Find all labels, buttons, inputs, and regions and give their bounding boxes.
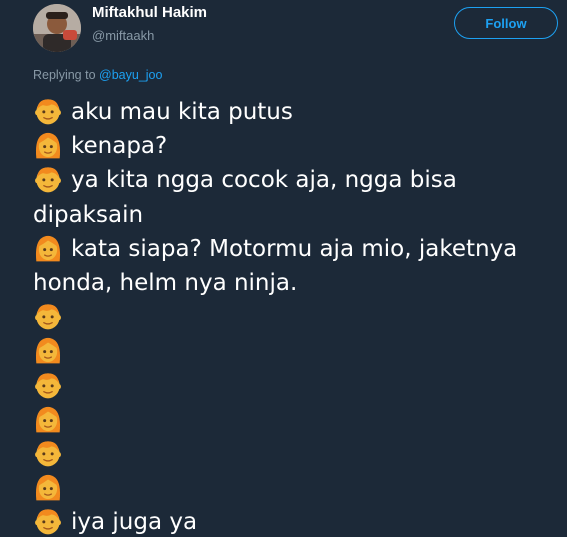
replying-to: Replying to @bayu_joo: [33, 68, 162, 82]
author-name[interactable]: Miftakhul Hakim: [92, 4, 207, 21]
tweet-line: [33, 334, 558, 368]
boy-emoji-icon: [33, 96, 63, 126]
tweet: Miftakhul Hakim @miftaakh Follow Replyin…: [0, 0, 567, 537]
boy-emoji-icon: [33, 301, 63, 331]
girl-emoji-icon: [33, 404, 63, 434]
tweet-line: kenapa?: [33, 129, 558, 163]
avatar[interactable]: [33, 4, 81, 52]
tweet-line: [33, 300, 558, 334]
tweet-text: aku mau kita putus kenapa? ya kita ngga …: [33, 95, 558, 537]
girl-emoji-icon: [33, 130, 63, 160]
girl-emoji-icon: [33, 472, 63, 502]
tweet-line-text: aku mau kita putus: [71, 99, 293, 125]
follow-button[interactable]: Follow: [454, 7, 558, 39]
author-handle[interactable]: @miftaakh: [92, 28, 154, 43]
tweet-line-text: ya kita ngga cocok aja, ngga bisa dipaks…: [33, 167, 457, 228]
tweet-line-text: kenapa?: [71, 133, 168, 160]
boy-emoji-icon: [33, 370, 63, 400]
girl-emoji-icon: [33, 335, 63, 365]
tweet-line: [33, 403, 558, 437]
tweet-line: [33, 471, 558, 505]
tweet-line: kata siapa? Motormu aja mio, jaketnya ho…: [33, 232, 558, 300]
boy-emoji-icon: [33, 506, 63, 536]
boy-emoji-icon: [33, 164, 63, 194]
replying-mention-link[interactable]: @bayu_joo: [99, 68, 162, 82]
girl-emoji-icon: [33, 233, 63, 263]
tweet-line: iya juga ya: [33, 505, 558, 537]
tweet-line: [33, 437, 558, 471]
boy-emoji-icon: [33, 438, 63, 468]
tweet-line-text: iya juga ya: [71, 509, 198, 536]
replying-prefix: Replying to: [33, 68, 96, 82]
tweet-line: aku mau kita putus: [33, 95, 558, 129]
tweet-line: [33, 369, 558, 403]
avatar-photo: [33, 4, 81, 52]
tweet-line-text: kata siapa? Motormu aja mio, jaketnya ho…: [33, 235, 518, 297]
tweet-line: ya kita ngga cocok aja, ngga bisa dipaks…: [33, 163, 558, 231]
